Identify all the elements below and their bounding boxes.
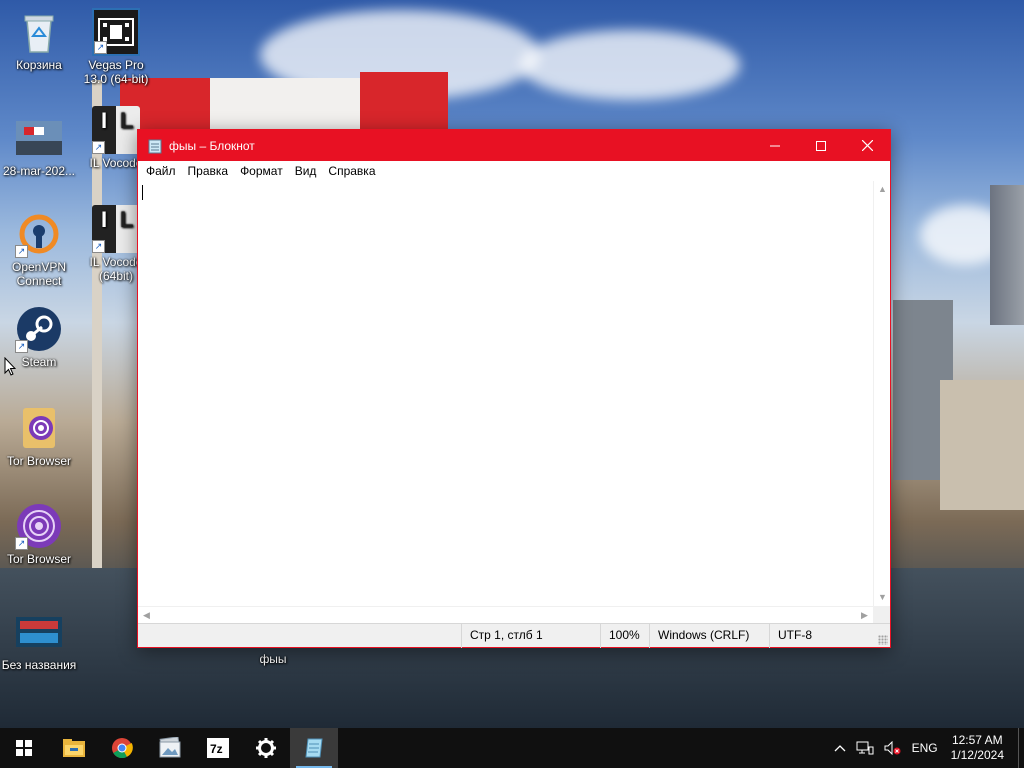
- shortcut-arrow-icon: ↗: [92, 141, 105, 154]
- status-bar: Стр 1, стлб 1 100% Windows (CRLF) UTF-8: [138, 623, 890, 648]
- shortcut-arrow-icon: ↗: [92, 240, 105, 253]
- maximize-button[interactable]: [798, 130, 844, 161]
- network-icon: [856, 741, 874, 755]
- taskbar: 7z ENG 12:57 AM 1/12/2024: [0, 728, 1024, 768]
- il-vocoder-icon: I L ↗: [92, 205, 140, 253]
- clock-time: 12:57 AM: [951, 733, 1003, 747]
- tray-volume[interactable]: [879, 728, 907, 768]
- menu-file[interactable]: Файл: [140, 161, 182, 181]
- openvpn-icon: ↗: [15, 210, 63, 258]
- vertical-scrollbar[interactable]: ▲ ▼: [873, 181, 890, 606]
- menu-format[interactable]: Формат: [234, 161, 289, 181]
- shortcut-arrow-icon: ↗: [15, 537, 28, 550]
- desktop-icon-tor-browser-folder[interactable]: Tor Browser: [1, 404, 77, 468]
- clock-date: 1/12/2024: [950, 748, 1004, 762]
- minimize-button[interactable]: [752, 130, 798, 161]
- show-desktop-button[interactable]: [1018, 728, 1024, 768]
- desktop-icon-label: 28-mar-202...: [2, 164, 76, 178]
- tor-folder-icon: [15, 404, 63, 452]
- status-encoding: UTF-8: [769, 624, 889, 648]
- svg-text:7z: 7z: [210, 742, 223, 756]
- tray-clock[interactable]: 12:57 AM 1/12/2024: [943, 733, 1012, 763]
- status-zoom: 100%: [600, 624, 650, 648]
- scroll-up-icon[interactable]: ▲: [874, 181, 891, 198]
- taskbar-photos[interactable]: [146, 728, 194, 768]
- image-icon: [15, 608, 63, 656]
- photos-icon: [159, 737, 181, 758]
- taskbar-chrome[interactable]: [98, 728, 146, 768]
- desktop-icon-bez-nazvaniya[interactable]: Без названия: [1, 608, 77, 672]
- desktop-icon-label: Без названия: [1, 658, 77, 672]
- taskbar-notepad[interactable]: [290, 728, 338, 768]
- chrome-icon: [112, 738, 133, 759]
- window-title: фыы – Блокнот: [169, 138, 255, 153]
- shortcut-arrow-icon: ↗: [15, 340, 28, 353]
- notepad-icon: [147, 138, 163, 154]
- desktop-icon-openvpn[interactable]: ↗ OpenVPN Connect: [1, 210, 77, 288]
- text-caret: [142, 185, 143, 200]
- system-tray: ENG 12:57 AM 1/12/2024: [829, 728, 1024, 768]
- status-position: Стр 1, стлб 1: [461, 624, 601, 648]
- steam-icon: ↗: [15, 305, 63, 353]
- close-icon: [861, 140, 873, 151]
- film-icon: ↗: [92, 8, 140, 56]
- taskbar-file-explorer[interactable]: [50, 728, 98, 768]
- text-editor[interactable]: [138, 181, 873, 606]
- menu-bar: Файл Правка Формат Вид Справка: [138, 161, 890, 181]
- volume-muted-icon: [884, 741, 901, 755]
- title-bar[interactable]: фыы – Блокнот: [138, 130, 890, 161]
- shortcut-arrow-icon: ↗: [94, 41, 107, 54]
- recycle-bin-icon: [15, 8, 63, 56]
- close-button[interactable]: [844, 130, 890, 161]
- minimize-icon: [770, 145, 780, 146]
- tor-browser-icon: ↗: [15, 502, 63, 550]
- desktop-icon-recycle-bin[interactable]: Корзина: [1, 8, 77, 72]
- desktop-icon-label: фыы: [259, 652, 287, 666]
- horizontal-scrollbar[interactable]: ◀ ▶: [138, 606, 873, 623]
- notepad-window[interactable]: фыы – Блокнот Файл Правка Формат Вид Спр…: [137, 129, 891, 648]
- mouse-cursor-icon: [4, 357, 16, 376]
- taskbar-7zip[interactable]: 7z: [194, 728, 242, 768]
- scroll-right-icon[interactable]: ▶: [856, 607, 873, 624]
- chevron-up-icon: [834, 745, 846, 752]
- maximize-icon: [816, 140, 826, 151]
- scroll-left-icon[interactable]: ◀: [138, 607, 155, 624]
- menu-edit[interactable]: Правка: [182, 161, 235, 181]
- tray-network[interactable]: [851, 728, 879, 768]
- desktop-icon-label: Корзина: [16, 58, 62, 72]
- scrollbar-corner: [873, 606, 890, 623]
- desktop-icon-tor-browser[interactable]: ↗ Tor Browser: [1, 502, 77, 566]
- il-vocoder-icon: I L ↗: [92, 106, 140, 154]
- tray-language[interactable]: ENG: [907, 728, 943, 768]
- desktop-icon-label: OpenVPN Connect: [11, 260, 67, 288]
- desktop-icon-vegas-pro[interactable]: ↗ Vegas Pro 13.0 (64-bit): [78, 8, 154, 86]
- taskbar-settings[interactable]: [242, 728, 290, 768]
- resize-grip[interactable]: [878, 635, 888, 645]
- desktop-icon-image-28-mar[interactable]: 28-mar-202...: [1, 114, 77, 178]
- desktop-icon-label: Tor Browser: [6, 454, 71, 468]
- menu-help[interactable]: Справка: [322, 161, 381, 181]
- desktop-icon-label: Tor Browser: [6, 552, 71, 566]
- start-icon: [16, 740, 32, 756]
- status-line-endings: Windows (CRLF): [649, 624, 769, 648]
- image-icon: [15, 114, 63, 162]
- desktop-icon-text-file[interactable]: фыы: [235, 652, 311, 666]
- scroll-down-icon[interactable]: ▼: [874, 589, 891, 606]
- menu-view[interactable]: Вид: [289, 161, 323, 181]
- 7zip-icon: 7z: [207, 738, 229, 758]
- shortcut-arrow-icon: ↗: [15, 245, 28, 258]
- start-button[interactable]: [0, 728, 48, 768]
- notepad-icon: [305, 738, 323, 758]
- desktop-icon-label: Vegas Pro 13.0 (64-bit): [83, 58, 149, 86]
- file-explorer-icon: [63, 739, 85, 757]
- tray-overflow-button[interactable]: [829, 728, 851, 768]
- settings-icon: [256, 738, 276, 758]
